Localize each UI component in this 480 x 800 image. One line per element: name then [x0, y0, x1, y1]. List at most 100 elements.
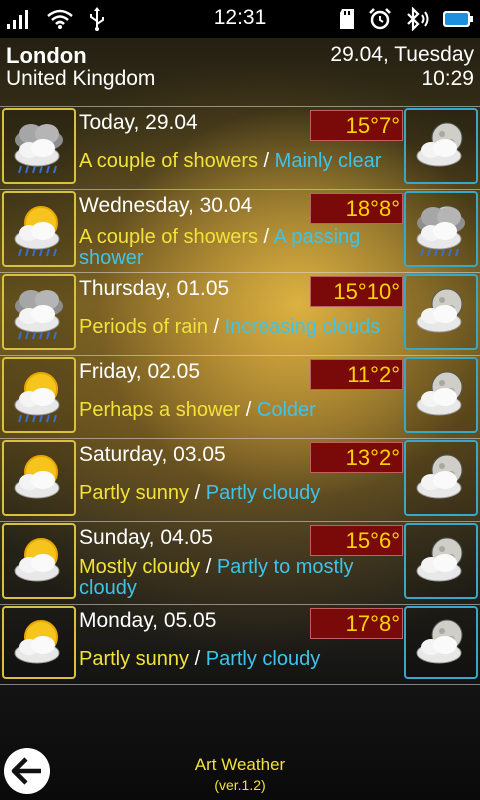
day-description: Perhaps a shower [79, 399, 241, 421]
day-description: A couple of showers [79, 150, 258, 172]
day-description: Periods of rain [79, 316, 208, 338]
day-description: Partly sunny [79, 482, 190, 504]
night-description: Mainly clear [274, 150, 382, 172]
temp-low: 2 [378, 361, 392, 387]
temp-high: 11 [347, 361, 371, 387]
degree-symbol: ° [391, 195, 400, 221]
showers-cloud-icon [2, 108, 76, 184]
day-description: A couple of showers [79, 226, 258, 248]
sun-cloud-icon [2, 440, 76, 516]
degree-symbol: ° [391, 112, 400, 138]
degree-symbol: ° [370, 444, 379, 470]
description-separator: / [207, 316, 225, 338]
temperature-badge: 15 ° 6 ° [310, 525, 403, 556]
forecast-row[interactable]: Today, 29.04 15 ° 7 ° A couple of showers / M… [0, 107, 480, 189]
rain-cloud-icon [2, 274, 76, 350]
temp-low: 8 [378, 195, 392, 221]
weather-description: Partly sunny / Partly cloudy [79, 483, 404, 504]
weather-description: Periods of rain / Increasing clouds [79, 317, 404, 338]
degree-symbol: ° [391, 444, 400, 470]
degree-symbol: ° [370, 610, 379, 636]
description-separator: / [258, 150, 275, 172]
moon-cloud-icon [404, 523, 478, 599]
night-description: Increasing clouds [224, 316, 381, 338]
day-label: Saturday, 03.05 [79, 443, 226, 466]
night-description: Colder [256, 399, 316, 421]
temperature-badge: 18 ° 8 ° [310, 193, 403, 224]
day-label: Wednesday, 30.04 [79, 194, 253, 217]
forecast-row[interactable]: Friday, 02.05 11 ° 2 ° Perhaps a shower / Col… [0, 356, 480, 438]
degree-symbol: ° [370, 195, 379, 221]
description-separator: / [240, 399, 257, 421]
temperature-badge: 17 ° 8 ° [310, 608, 403, 639]
moon-cloud-icon [404, 440, 478, 516]
degree-symbol: ° [391, 278, 400, 304]
forecast-row[interactable]: Saturday, 03.05 13 ° 2 ° Partly sunny / Partl… [0, 439, 480, 521]
degree-symbol: ° [357, 278, 367, 304]
temperature-badge: 15 ° 7 ° [310, 110, 403, 141]
sun-cloud-shower-icon [2, 357, 76, 433]
forecast-row[interactable]: Wednesday, 30.04 18 ° 8 ° A couple of showers… [0, 190, 480, 272]
temp-high: 13 [345, 444, 371, 470]
temp-low: 6 [378, 527, 392, 553]
degree-symbol: ° [370, 527, 379, 553]
sun-cloud-icon [2, 523, 76, 599]
temp-high: 15 [345, 112, 371, 138]
temp-high: 15 [333, 278, 358, 304]
bluetooth-icon [407, 7, 429, 31]
degree-symbol: ° [391, 361, 400, 387]
battery-icon [443, 11, 473, 27]
status-bar: 12:31 [0, 0, 480, 38]
weather-description: A couple of showers / Mainly clear [79, 151, 404, 172]
app-name: Art Weather [194, 755, 286, 774]
temperature-badge: 13 ° 2 ° [310, 442, 403, 473]
description-separator: / [258, 226, 274, 248]
weather-description: A couple of showers / A passing shower [79, 227, 404, 269]
degree-symbol: ° [370, 112, 379, 138]
day-description: Mostly cloudy [79, 556, 201, 578]
description-separator: / [189, 482, 206, 504]
forecast-row[interactable]: Sunday, 04.05 15 ° 6 ° Mostly cloudy / Partly… [0, 522, 480, 604]
night-description: Partly cloudy [205, 648, 321, 670]
day-label: Thursday, 01.05 [79, 277, 230, 300]
temperature-badge: 11 ° 2 ° [310, 359, 403, 390]
night-description: Partly cloudy [205, 482, 321, 504]
temp-low: 2 [378, 444, 392, 470]
city-name: London [6, 43, 87, 68]
divider [0, 684, 480, 685]
temp-high: 15 [345, 527, 371, 553]
moon-cloud-icon [404, 274, 478, 350]
weather-description: Mostly cloudy / Partly to mostly cloudy [79, 557, 404, 599]
temp-high: 17 [345, 610, 371, 636]
location-header: London United Kingdom 29.04, Tuesday 10:… [0, 40, 480, 104]
forecast-row[interactable]: Monday, 05.05 17 ° 8 ° Partly sunny / Partly … [0, 605, 480, 684]
degree-symbol: ° [391, 527, 400, 553]
alarm-icon [369, 8, 391, 30]
sun-showers-icon [2, 191, 76, 267]
temp-low: 7 [378, 112, 392, 138]
country-name: United Kingdom [6, 67, 156, 90]
current-date: 29.04, Tuesday [330, 43, 474, 66]
temp-low: 10 [366, 278, 392, 304]
day-label: Sunday, 04.05 [79, 526, 213, 549]
sd-card-icon [340, 9, 354, 29]
day-description: Partly sunny [79, 648, 190, 670]
forecast-row[interactable]: Thursday, 01.05 15 ° 10 ° Periods of rain / I… [0, 273, 480, 355]
day-label: Friday, 02.05 [79, 360, 201, 383]
temp-high: 18 [345, 195, 371, 221]
rain-cloud-icon [404, 191, 478, 267]
description-separator: / [189, 648, 206, 670]
degree-symbol: ° [391, 610, 400, 636]
temp-low: 8 [378, 610, 392, 636]
weather-description: Perhaps a shower / Colder [79, 400, 404, 421]
current-time: 10:29 [421, 67, 474, 90]
app-version: (ver.1.2) [214, 777, 266, 793]
day-label: Today, 29.04 [79, 111, 198, 134]
degree-symbol: ° [370, 361, 379, 387]
day-label: Monday, 05.05 [79, 609, 217, 632]
temperature-badge: 15 ° 10 ° [310, 276, 403, 307]
weather-description: Partly sunny / Partly cloudy [79, 649, 404, 670]
description-separator: / [200, 556, 217, 578]
moon-cloud-icon [404, 108, 478, 184]
sun-cloud-icon [2, 606, 76, 679]
